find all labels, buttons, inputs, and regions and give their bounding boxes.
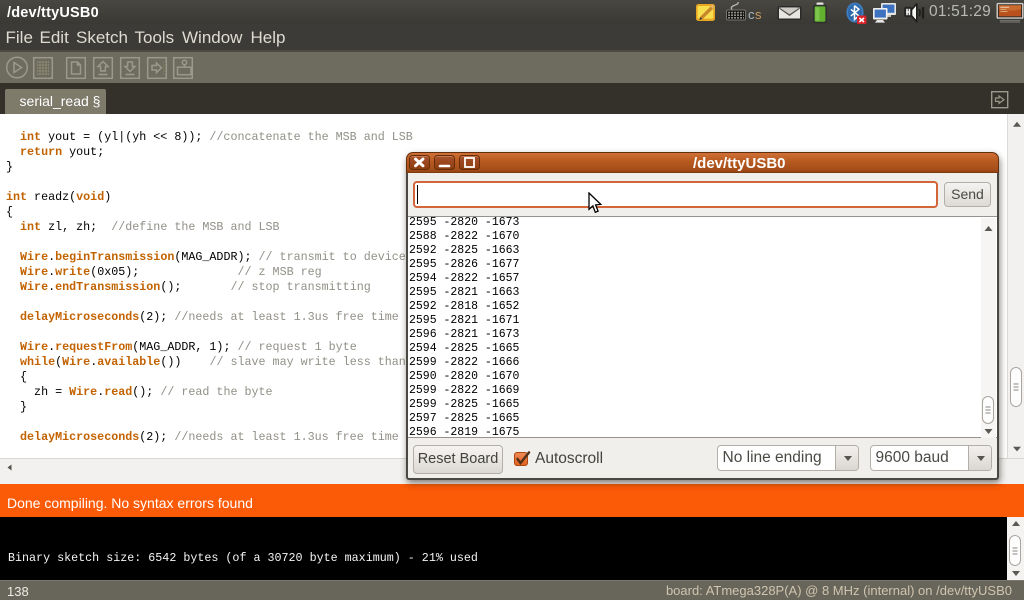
svg-text:s: s xyxy=(755,7,762,22)
svg-text:c: c xyxy=(748,7,755,22)
